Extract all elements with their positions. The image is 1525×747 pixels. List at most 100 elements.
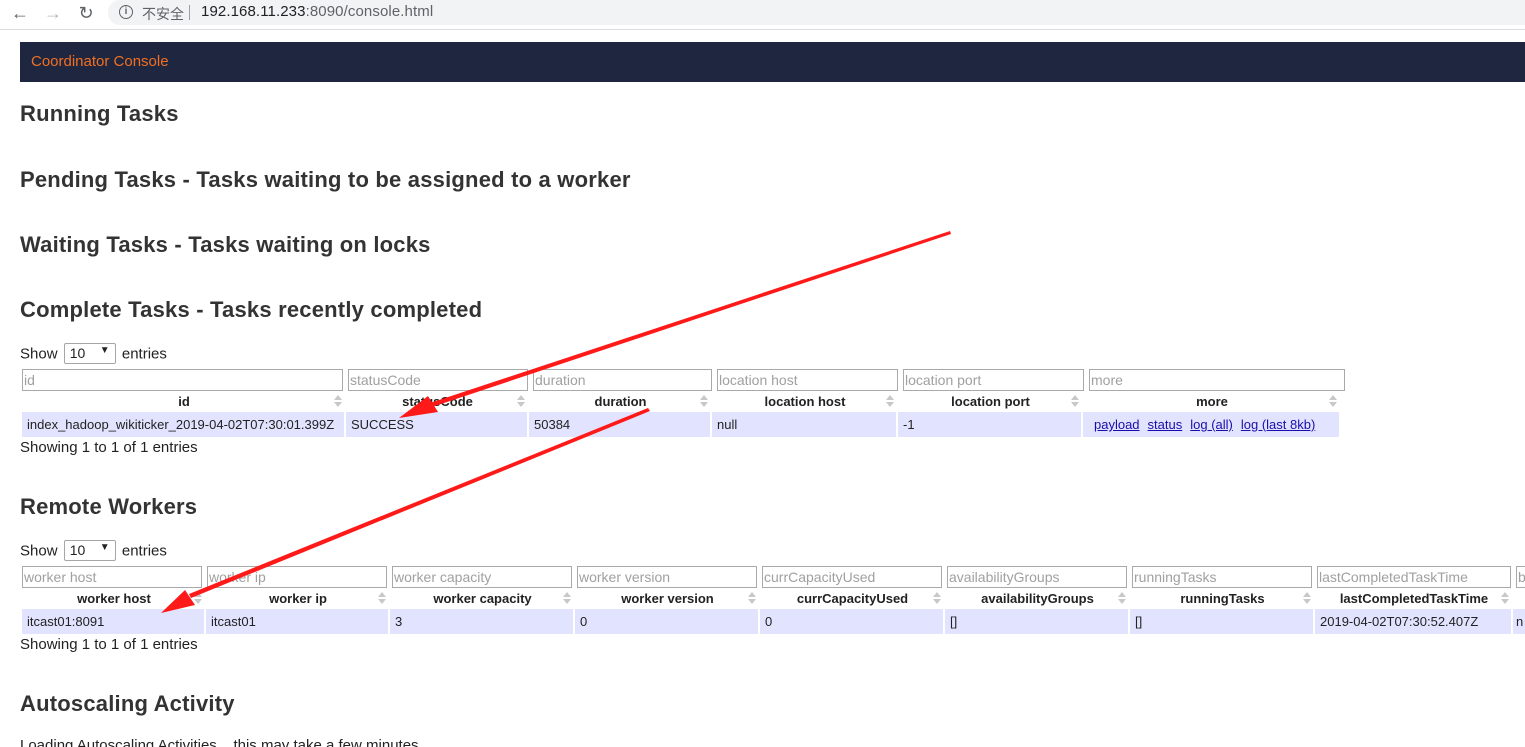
filter-worker-capacity[interactable]: worker capacity [392, 566, 572, 588]
table-row: itcast01:8091 itcast01 3 0 0 [] [] 2019-… [22, 609, 1525, 634]
info-icon[interactable]: i [119, 5, 133, 19]
cell-worker-ip: itcast01 [206, 609, 390, 634]
sort-icon [378, 591, 386, 606]
workers-table-info: Showing 1 to 1 of 1 entries [20, 636, 198, 653]
entries-select[interactable]: 10 ▼ [63, 540, 116, 561]
waiting-tasks-heading: Waiting Tasks - Tasks waiting on locks [20, 232, 431, 257]
back-arrow-icon[interactable]: ← [9, 2, 31, 24]
running-tasks-heading: Running Tasks [20, 101, 179, 126]
top-navbar: Coordinator Console [20, 42, 1525, 82]
column-header-location-host[interactable]: location host [712, 393, 898, 411]
url-host: 192.168.11.233 [201, 3, 306, 20]
sort-icon [700, 394, 708, 409]
entries-select[interactable]: 10 ▼ [63, 343, 116, 364]
column-header-label: id [178, 394, 190, 409]
url-divider [189, 5, 190, 20]
column-header-label: worker capacity [433, 591, 532, 606]
complete-header-row: id statusCode duration location host loc… [22, 393, 1341, 411]
cell-blacklisted: n [1513, 609, 1525, 634]
filter-duration[interactable]: duration [533, 369, 712, 391]
filter-curr-capacity-used[interactable]: currCapacityUsed [762, 566, 942, 588]
cell-id: index_hadoop_wikiticker_2019-04-02T07:30… [22, 412, 346, 437]
cell-location-host: null [712, 412, 898, 437]
column-header-id[interactable]: id [22, 393, 346, 411]
column-header-running-tasks[interactable]: runningTasks [1130, 590, 1315, 608]
forward-arrow-icon[interactable]: → [42, 2, 64, 24]
column-header-status-code[interactable]: statusCode [346, 393, 529, 411]
status-link[interactable]: status [1148, 417, 1183, 432]
entries-select-value: 10 [69, 345, 86, 361]
entries-select-value: 10 [69, 542, 86, 558]
sort-icon [748, 591, 756, 606]
filter-more[interactable]: more [1089, 369, 1345, 391]
filter-blacklisted[interactable]: b [1516, 566, 1525, 588]
column-header-blacklisted[interactable] [1513, 590, 1525, 608]
address-bar[interactable]: i 不安全 192.168.11.233:8090/console.html [108, 0, 1525, 25]
sort-icon [194, 591, 202, 606]
column-header-label: worker version [621, 591, 714, 606]
remote-workers-heading: Remote Workers [20, 494, 198, 519]
column-header-worker-capacity[interactable]: worker capacity [390, 590, 575, 608]
log-last-8kb-link[interactable]: log (last 8kb) [1241, 417, 1315, 432]
filter-worker-host[interactable]: worker host [22, 566, 202, 588]
column-header-label: statusCode [402, 394, 473, 409]
filter-availability-groups[interactable]: availabilityGroups [947, 566, 1127, 588]
show-label: Show [20, 542, 58, 560]
filter-id[interactable]: id [22, 369, 343, 391]
column-header-label: currCapacityUsed [796, 591, 909, 606]
log-all-link[interactable]: log (all) [1190, 417, 1233, 432]
column-header-worker-version[interactable]: worker version [575, 590, 760, 608]
column-header-label: more [1196, 394, 1228, 409]
complete-tasks-heading: Complete Tasks - Tasks recently complete… [20, 297, 483, 322]
url-path: :8090/console.html [305, 3, 434, 20]
column-header-worker-ip[interactable]: worker ip [206, 590, 390, 608]
filter-last-completed-task-time[interactable]: lastCompletedTaskTime [1317, 566, 1511, 588]
page-content: Coordinator Console [20, 42, 1525, 82]
complete-length-control: Show 10 ▼ entries [20, 343, 167, 365]
cell-status-code: SUCCESS [346, 412, 529, 437]
column-header-availability-groups[interactable]: availabilityGroups [945, 590, 1130, 608]
column-header-location-port[interactable]: location port [898, 393, 1083, 411]
column-header-label: availabilityGroups [981, 591, 1094, 606]
sort-icon [1329, 394, 1337, 409]
autoscaling-loading-text: Loading Autoscaling Activities... this m… [20, 737, 419, 747]
pending-tasks-heading: Pending Tasks - Tasks waiting to be assi… [20, 167, 631, 192]
dropdown-caret-icon: ▼ [99, 345, 110, 356]
column-header-label: location port [951, 394, 1030, 409]
column-header-last-completed-task-time[interactable]: lastCompletedTaskTime [1315, 590, 1513, 608]
cell-last-completed-task-time: 2019-04-02T07:30:52.407Z [1315, 609, 1513, 634]
cell-worker-host: itcast01:8091 [22, 609, 206, 634]
table-row: index_hadoop_wikiticker_2019-04-02T07:30… [22, 412, 1341, 437]
browser-toolbar: ← → ↻ i 不安全 192.168.11.233:8090/console.… [0, 0, 1525, 27]
sort-icon [517, 394, 525, 409]
column-header-duration[interactable]: duration [529, 393, 712, 411]
sort-icon [563, 591, 571, 606]
security-label[interactable]: 不安全 [142, 4, 184, 24]
payload-link[interactable]: payload [1094, 417, 1140, 432]
filter-status-code[interactable]: statusCode [348, 369, 528, 391]
sort-icon [1303, 591, 1311, 606]
workers-length-control: Show 10 ▼ entries [20, 540, 167, 562]
reload-icon[interactable]: ↻ [75, 2, 97, 24]
cell-availability-groups: [] [945, 609, 1130, 634]
column-header-label: duration [594, 394, 647, 409]
cell-more: payload status log (all) log (last 8kb) [1083, 412, 1341, 437]
cell-curr-capacity-used: 0 [760, 609, 945, 634]
sort-icon [1501, 591, 1509, 606]
column-header-curr-capacity-used[interactable]: currCapacityUsed [760, 590, 945, 608]
column-header-more[interactable]: more [1083, 393, 1341, 411]
cell-location-port: -1 [898, 412, 1083, 437]
sort-icon [886, 394, 894, 409]
column-header-label: runningTasks [1180, 591, 1265, 606]
filter-location-port[interactable]: location port [903, 369, 1084, 391]
filter-worker-version[interactable]: worker version [577, 566, 757, 588]
cell-running-tasks: [] [1130, 609, 1315, 634]
column-header-label: lastCompletedTaskTime [1339, 591, 1489, 606]
filter-worker-ip[interactable]: worker ip [207, 566, 387, 588]
column-header-worker-host[interactable]: worker host [22, 590, 206, 608]
filter-location-host[interactable]: location host [717, 369, 898, 391]
brand-link[interactable]: Coordinator Console [31, 53, 169, 70]
sort-icon [1118, 591, 1126, 606]
filter-running-tasks[interactable]: runningTasks [1132, 566, 1312, 588]
url-text[interactable]: 192.168.11.233:8090/console.html [201, 3, 433, 20]
